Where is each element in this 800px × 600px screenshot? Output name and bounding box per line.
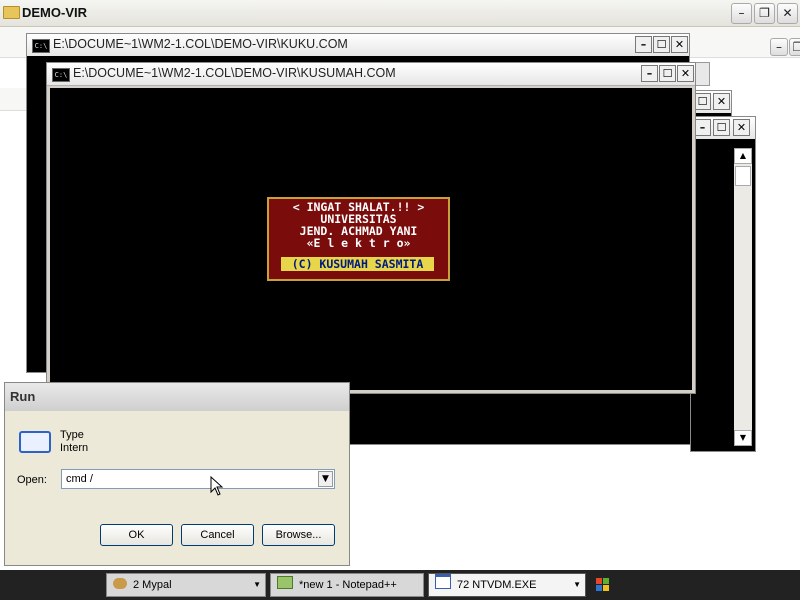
console-titlebar[interactable]: C:\ E:\DOCUME~1\WM2-1.COL\DEMO-VIR\KUKU.… <box>27 34 689 57</box>
vertical-scrollbar[interactable]: ▲ ▼ <box>734 148 752 446</box>
minimize-button[interactable]: – <box>641 65 658 82</box>
close-button[interactable]: ✕ <box>671 36 688 53</box>
banner-box: < INGAT SHALAT.!! > UNIVERSITAS JEND. AC… <box>267 197 450 281</box>
scroll-up-icon[interactable]: ▲ <box>734 148 752 164</box>
maximize-icon[interactable]: ❐ <box>789 38 800 56</box>
taskbar-item-label: 72 NTVDM.EXE <box>457 579 537 591</box>
window-icon <box>435 574 451 589</box>
close-button[interactable]: ✕ <box>733 119 750 136</box>
minimize-icon[interactable]: – <box>770 38 788 56</box>
run-dialog[interactable]: Run Type Intern Open: cmd / ▼ OK Cancel … <box>4 382 350 566</box>
run-desc-line-2: Intern <box>60 442 89 454</box>
banner-line-4: «E l e k t r o» <box>306 236 411 250</box>
taskbar-item-notepad[interactable]: *new 1 - Notepad++ <box>270 573 424 597</box>
maximize-button[interactable]: ☐ <box>694 93 711 110</box>
maximize-button[interactable]: ☐ <box>653 36 670 53</box>
maximize-button[interactable]: ❐ <box>754 3 775 24</box>
minimize-button[interactable]: – <box>731 3 752 24</box>
mouse-cursor-icon <box>210 476 224 496</box>
windows-logo-icon[interactable] <box>596 578 610 592</box>
taskbar-item-mypal[interactable]: 2 Mypal ▼ <box>106 573 266 597</box>
open-input[interactable]: cmd / <box>61 469 335 489</box>
console-icon: C:\ <box>32 39 50 53</box>
run-description: Type Intern <box>60 429 88 455</box>
console-titlebar[interactable]: C:\ E:\DOCUME~1\WM2-1.COL\DEMO-VIR\KUSUM… <box>47 63 695 86</box>
run-icon <box>19 431 51 453</box>
console-icon: C:\ <box>52 68 70 82</box>
scroll-thumb[interactable] <box>735 166 751 186</box>
minimize-button[interactable]: – <box>694 119 711 136</box>
explorer-titlebar[interactable]: DEMO-VIR – ❐ ✕ <box>0 0 800 27</box>
taskbar: 2 Mypal ▼ *new 1 - Notepad++ 72 NTVDM.EXE… <box>0 570 800 600</box>
ok-button[interactable]: OK <box>100 524 173 546</box>
taskbar-item-ntvdm[interactable]: 72 NTVDM.EXE ▼ <box>428 573 586 597</box>
banner-credit: (C) KUSUMAH SASMITA <box>281 257 434 271</box>
close-button[interactable]: ✕ <box>777 3 798 24</box>
open-label: Open: <box>17 474 47 486</box>
maximize-button[interactable]: ☐ <box>713 119 730 136</box>
scroll-down-icon[interactable]: ▼ <box>734 430 752 446</box>
run-title: Run <box>10 389 36 404</box>
minimize-button[interactable]: – <box>635 36 652 53</box>
explorer-title: DEMO-VIR <box>22 5 87 20</box>
taskbar-item-label: 2 Mypal <box>133 579 172 591</box>
chevron-down-icon[interactable]: ▼ <box>318 471 333 487</box>
close-button[interactable]: ✕ <box>677 65 694 82</box>
mypal-icon <box>113 578 127 589</box>
cancel-button[interactable]: Cancel <box>181 524 254 546</box>
maximize-button[interactable]: ☐ <box>659 65 676 82</box>
browse-button[interactable]: Browse... <box>262 524 335 546</box>
console-title: E:\DOCUME~1\WM2-1.COL\DEMO-VIR\KUSUMAH.C… <box>73 66 396 80</box>
console-title: E:\DOCUME~1\WM2-1.COL\DEMO-VIR\KUKU.COM <box>53 37 348 51</box>
chevron-down-icon: ▼ <box>253 580 261 589</box>
notepad-icon <box>277 576 293 589</box>
run-desc-line-1: Type <box>60 429 84 441</box>
close-button[interactable]: ✕ <box>713 93 730 110</box>
folder-icon <box>3 6 20 19</box>
taskbar-item-label: *new 1 - Notepad++ <box>299 579 397 591</box>
console-titlebar[interactable]: – ☐ ✕ <box>691 117 755 140</box>
run-titlebar[interactable]: Run <box>5 383 349 411</box>
chevron-down-icon: ▼ <box>573 580 581 589</box>
